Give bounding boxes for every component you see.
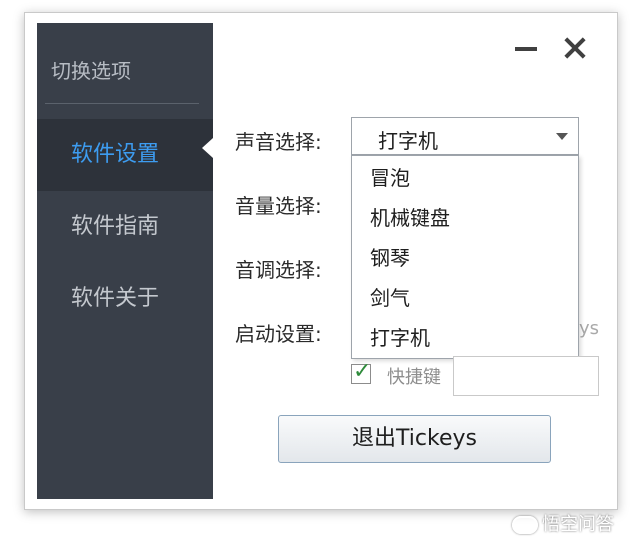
exit-tickeys-button[interactable]: 退出Tickeys	[278, 415, 551, 463]
obscured-startup-text: ys	[579, 318, 600, 339]
sidebar-item-software-guide[interactable]: 软件指南	[37, 191, 213, 263]
dropdown-option-sword-qi[interactable]: 剑气	[352, 278, 578, 318]
sound-dropdown-list: 冒泡 机械键盘 钢琴 剑气 打字机	[351, 155, 579, 359]
checkmark-icon: ✓	[353, 359, 372, 384]
startup-label: 启动设置:	[235, 322, 322, 346]
dropdown-option-piano[interactable]: 钢琴	[352, 238, 578, 278]
sidebar-item-software-about[interactable]: 软件关于	[37, 263, 213, 335]
dropdown-option-bubble[interactable]: 冒泡	[352, 158, 578, 198]
watermark-text: 悟空问答	[542, 514, 614, 535]
sidebar: 切换选项 软件设置 软件指南 软件关于	[37, 23, 213, 499]
active-item-pointer	[202, 138, 213, 158]
sound-select[interactable]: 打字机	[351, 117, 579, 155]
sound-select-value: 打字机	[378, 129, 438, 153]
sound-label: 声音选择:	[235, 130, 322, 154]
dropdown-option-mechanical-keyboard[interactable]: 机械键盘	[352, 198, 578, 238]
chevron-down-icon[interactable]	[556, 133, 568, 140]
volume-label: 音量选择:	[235, 194, 322, 218]
tickeys-window: 切换选项 软件设置 软件指南 软件关于 声音选择: 音量选择: 音调选择: 启动…	[24, 12, 618, 510]
watermark: 悟空问答	[512, 510, 614, 536]
hotkey-checkbox[interactable]: ✓	[351, 359, 371, 384]
hotkey-input[interactable]	[453, 356, 599, 396]
dropdown-option-typewriter[interactable]: 打字机	[352, 318, 578, 358]
speech-bubble-icon	[512, 516, 538, 534]
sidebar-divider	[45, 103, 199, 104]
pitch-label: 音调选择:	[235, 258, 322, 282]
sidebar-item-software-settings[interactable]: 软件设置	[37, 119, 213, 191]
sidebar-title: 切换选项	[51, 59, 131, 83]
close-button[interactable]	[560, 33, 590, 63]
minimize-button[interactable]	[511, 33, 541, 63]
hotkey-label: 快捷键	[387, 367, 441, 388]
